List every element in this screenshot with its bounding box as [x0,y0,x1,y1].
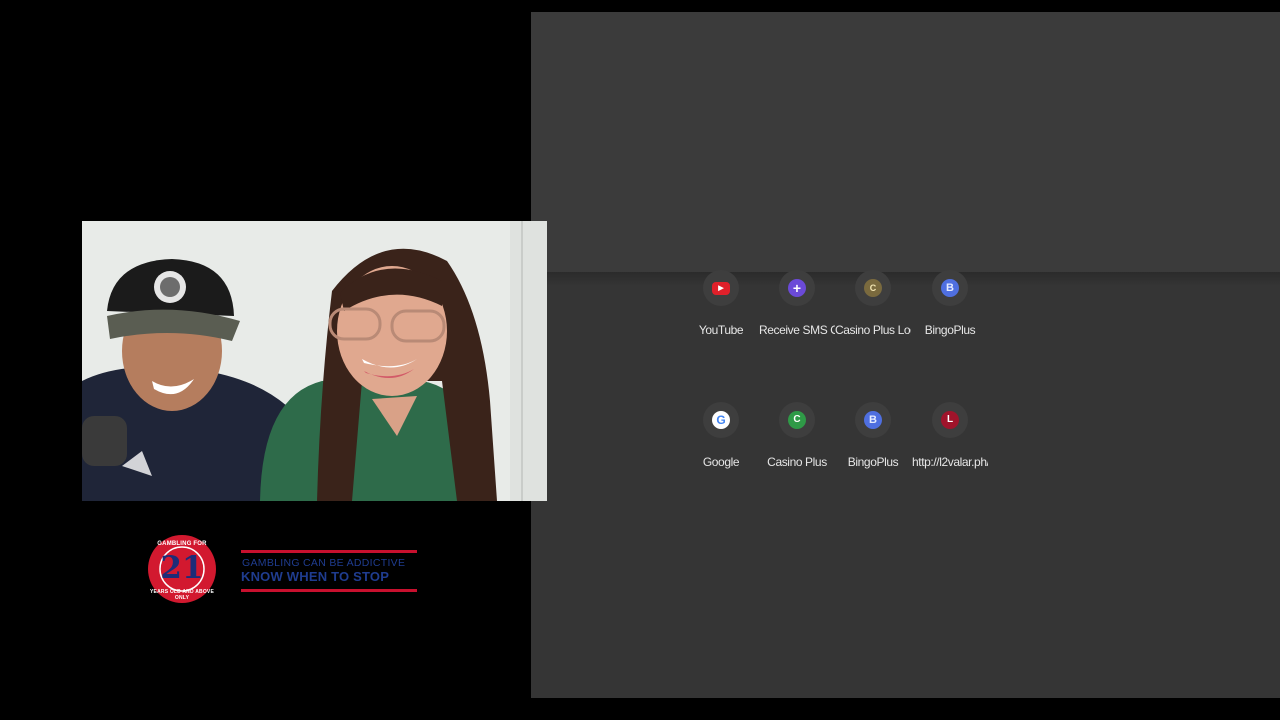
notice-stop-text: KNOW WHEN TO STOP [241,569,390,584]
responsible-gambling-notice: GAMBLING FOR 21 YEARS OLD AND ABOVE ONLY… [147,534,422,606]
shortcut-tile: L [932,402,968,438]
shortcut-tile: C [779,402,815,438]
shortcut-label: BingoPlus [847,455,899,469]
shortcut-bingoplus[interactable]: B BingoPlus [912,270,988,337]
bingoplus-icon: B [941,279,959,297]
shortcut-label: Receive SMS O... [759,323,835,337]
shortcut-label: BingoPlus [924,323,976,337]
youtube-icon: ▶ [712,281,730,295]
shortcut-tile: ▶ [703,270,739,306]
shortcut-bingoplus-2[interactable]: B BingoPlus [835,402,911,469]
browser-new-tab-page: ▶ YouTube + Receive SMS O... C Casino Pl… [531,12,1280,698]
shortcut-google[interactable]: G Google [683,402,759,469]
shortcut-youtube[interactable]: ▶ YouTube [683,270,759,337]
notice-divider-top [241,550,417,553]
shortcut-label: YouTube [698,323,744,337]
shortcut-tile: + [779,270,815,306]
seal-top-text: GAMBLING FOR [157,541,207,547]
webcam-scene-illustration [82,221,547,501]
shortcut-label: http://l2valar.ph/ [912,455,988,469]
shortcut-casino-plus[interactable]: C Casino Plus [759,402,835,469]
casino-plus-icon: C [788,411,806,429]
notice-addictive-text: GAMBLING CAN BE ADDICTIVE [242,557,406,569]
receive-sms-icon: + [788,279,806,297]
shortcut-label: Casino Plus Log... [835,323,911,337]
casino-plus-login-icon: C [864,279,882,297]
shortcut-tile: G [703,402,739,438]
shortcut-label: Google [702,455,740,469]
notice-divider-bottom [241,589,417,592]
browser-top-area [531,12,1280,272]
shortcut-casino-plus-login[interactable]: C Casino Plus Log... [835,270,911,337]
l2valar-icon: L [941,411,959,429]
shortcut-tile: B [932,270,968,306]
shortcut-tile: B [855,402,891,438]
shortcut-tile: C [855,270,891,306]
seal-number: 21 [160,550,204,586]
shortcut-l2valar[interactable]: L http://l2valar.ph/ [912,402,988,469]
webcam-video [82,221,547,501]
bingoplus-icon: B [864,411,882,429]
shortcut-label: Casino Plus [767,455,827,469]
seal-bottom-text: YEARS OLD AND ABOVE ONLY [150,589,214,601]
shortcut-receive-sms[interactable]: + Receive SMS O... [759,270,835,337]
google-icon: G [712,411,730,429]
